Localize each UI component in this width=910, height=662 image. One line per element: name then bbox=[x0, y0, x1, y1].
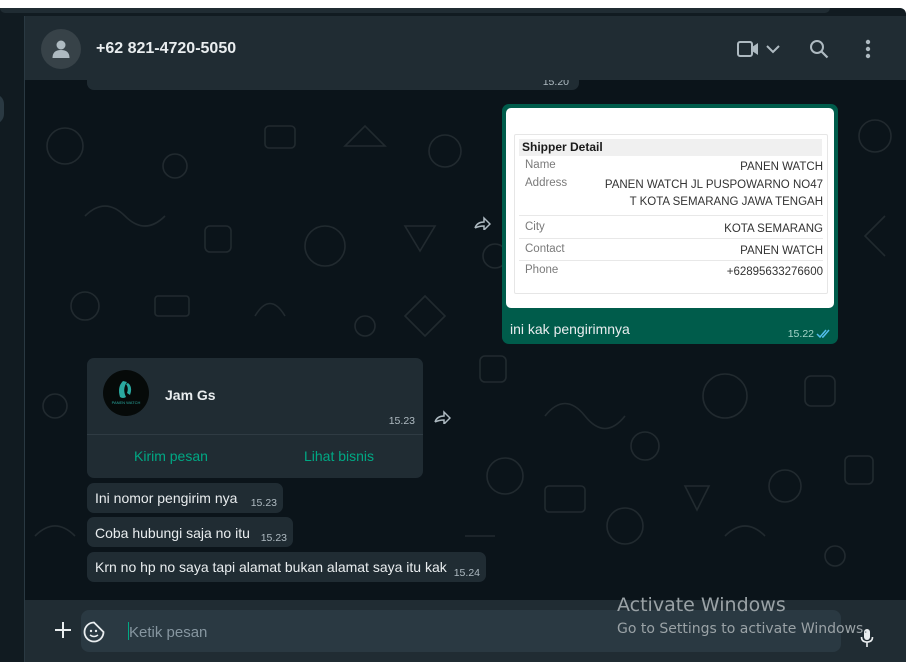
chat-pane: +62 821-4720-5050 15.20 Shipper Detail N… bbox=[25, 16, 906, 662]
row-value: T KOTA SEMARANG JAWA TENGAH bbox=[629, 196, 823, 208]
send-message-button[interactable]: Kirim pesan bbox=[134, 448, 208, 464]
row-divider bbox=[519, 260, 823, 261]
message-text: Krn no hp no saya tapi alamat bukan alam… bbox=[95, 559, 447, 575]
search-icon[interactable] bbox=[809, 39, 829, 59]
row-value: PANEN WATCH JL PUSPOWARNO NO47 bbox=[604, 179, 823, 191]
shipper-row-address: Address PANEN WATCH JL PUSPOWARNO NO47 T… bbox=[519, 177, 823, 213]
compose-bar bbox=[25, 600, 906, 662]
contact-name[interactable]: +62 821-4720-5050 bbox=[96, 40, 236, 58]
business-name: Jam Gs bbox=[165, 387, 216, 403]
top-strip bbox=[0, 8, 830, 13]
chevron-down-icon[interactable] bbox=[765, 44, 781, 54]
row-label: Contact bbox=[525, 243, 565, 255]
message-text: Coba hubungi saja no itu bbox=[95, 525, 250, 541]
message-input-box[interactable] bbox=[81, 610, 841, 654]
plus-icon[interactable] bbox=[54, 621, 72, 639]
incoming-message[interactable]: Krn no hp no saya tapi alamat bukan alam… bbox=[87, 552, 486, 582]
double-check-icon bbox=[816, 329, 830, 339]
row-label: Address bbox=[525, 177, 568, 189]
video-call-icon[interactable] bbox=[737, 41, 759, 57]
svg-text:PANEN WATCH: PANEN WATCH bbox=[112, 400, 141, 405]
row-value: +62895633276600 bbox=[726, 266, 823, 278]
message-time: 15.23 bbox=[250, 497, 277, 509]
chat-list-panel bbox=[0, 16, 25, 662]
sticker-icon[interactable] bbox=[83, 621, 105, 643]
incoming-message[interactable]: Coba hubungi saja no itu 15.23 bbox=[87, 517, 293, 547]
message-time: 15.23 bbox=[260, 532, 287, 544]
shipper-detail-table: Shipper Detail Name PANEN WATCH Address … bbox=[514, 134, 828, 294]
more-vertical-icon[interactable] bbox=[865, 39, 871, 59]
image-caption: ini kak pengirimnya bbox=[510, 321, 630, 337]
row-label: Name bbox=[525, 159, 556, 171]
message-time: 15.24 bbox=[453, 567, 480, 579]
row-label: Phone bbox=[525, 264, 559, 276]
row-label: City bbox=[525, 221, 545, 233]
contact-avatar[interactable] bbox=[41, 29, 81, 69]
row-value: KOTA SEMARANG bbox=[724, 223, 823, 235]
whatsapp-window: +62 821-4720-5050 15.20 Shipper Detail N… bbox=[0, 8, 906, 662]
message-time: 15.22 bbox=[787, 328, 814, 340]
shipper-detail-title: Shipper Detail bbox=[519, 139, 822, 156]
row-value: PANEN WATCH bbox=[740, 245, 823, 257]
card-divider bbox=[87, 434, 423, 435]
person-icon bbox=[52, 40, 70, 58]
message-input[interactable] bbox=[127, 610, 671, 654]
row-value: PANEN WATCH bbox=[740, 161, 823, 173]
forward-icon[interactable] bbox=[473, 216, 491, 230]
microphone-icon[interactable] bbox=[860, 628, 874, 648]
shipper-detail-image[interactable]: Shipper Detail Name PANEN WATCH Address … bbox=[506, 108, 834, 308]
message-time: 15.23 bbox=[388, 415, 415, 427]
message-text: Ini nomor pengirim nya bbox=[95, 490, 238, 506]
panel-handle[interactable] bbox=[0, 94, 4, 124]
panen-watch-logo-icon: PANEN WATCH bbox=[112, 381, 141, 405]
row-divider bbox=[519, 238, 823, 239]
incoming-message[interactable]: Ini nomor pengirim nya 15.23 bbox=[87, 483, 283, 513]
business-card-message[interactable]: PANEN WATCH Jam Gs 15.23 Kirim pesan Lih… bbox=[87, 358, 423, 478]
forward-icon[interactable] bbox=[433, 410, 451, 424]
view-business-button[interactable]: Lihat bisnis bbox=[304, 448, 374, 464]
chat-header: +62 821-4720-5050 bbox=[25, 16, 906, 80]
business-logo[interactable]: PANEN WATCH bbox=[103, 370, 149, 416]
row-divider bbox=[519, 215, 823, 216]
shipper-image-message[interactable]: Shipper Detail Name PANEN WATCH Address … bbox=[502, 104, 838, 344]
